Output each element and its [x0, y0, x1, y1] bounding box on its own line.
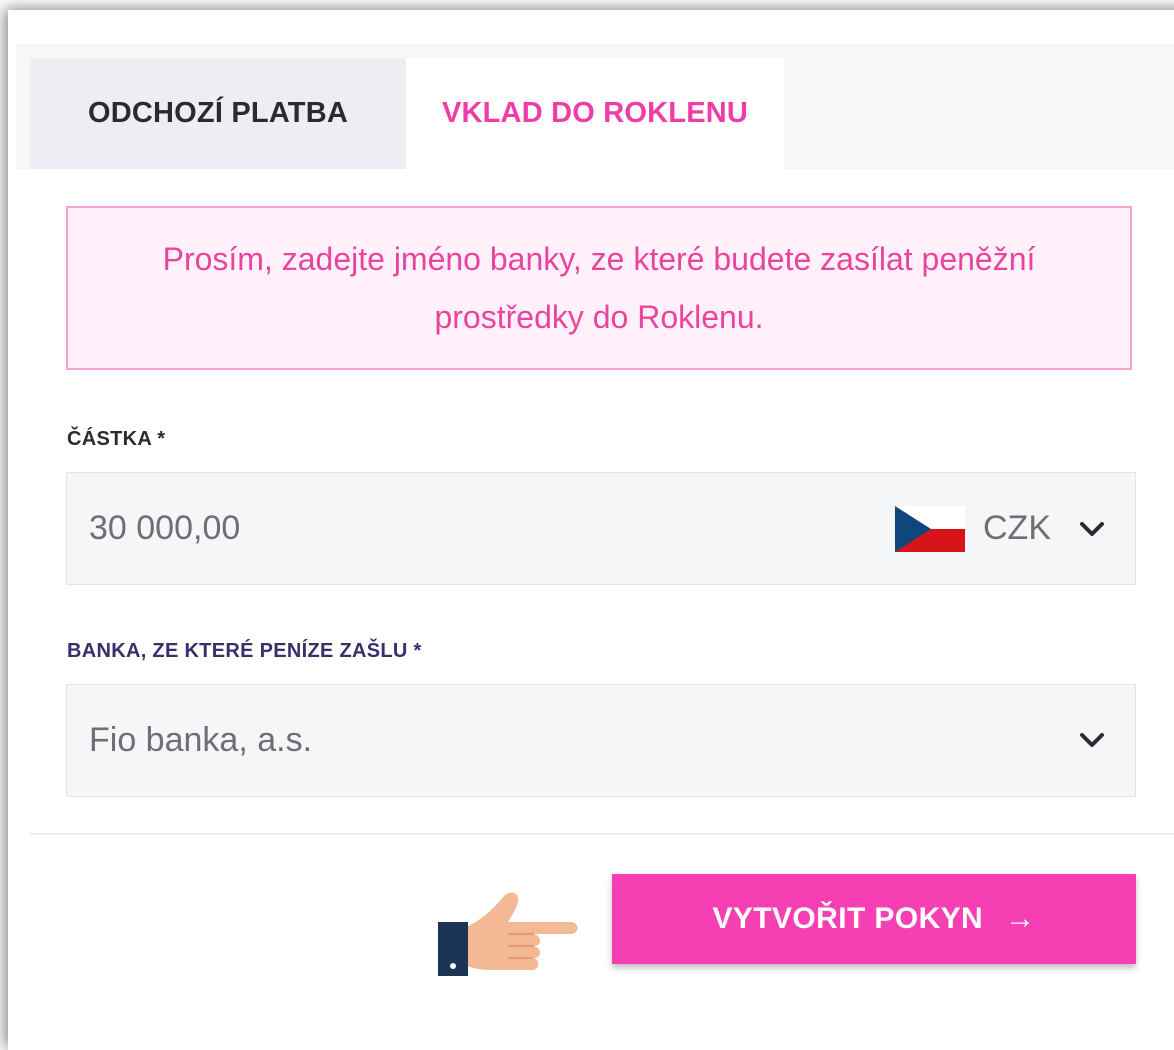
pointing-hand-icon [438, 892, 578, 976]
info-alert: Prosím, zadejte jméno banky, ze které bu… [66, 206, 1132, 370]
tab-outgoing-payment[interactable]: ODCHOZÍ PLATBA [30, 58, 406, 169]
amount-label: ČÁSTKA * [67, 428, 166, 450]
footer-divider [30, 833, 1174, 835]
bank-label: BANKA, ZE KTERÉ PENÍZE ZAŠLU * [67, 640, 422, 662]
bank-select[interactable]: Fio banka, a.s. [66, 684, 1136, 797]
tab-deposit-roklen-label: VKLAD DO ROKLENU [441, 97, 749, 129]
alert-text-line1: Prosím, zadejte jméno banky, ze které bu… [162, 241, 1036, 277]
tab-outgoing-payment-label: ODCHOZÍ PLATBA [87, 97, 349, 129]
chevron-down-icon[interactable] [1079, 520, 1105, 538]
czech-flag-icon [895, 505, 965, 552]
amount-field[interactable]: 30 000,00 CZK [66, 472, 1136, 585]
arrow-right-icon: → [1005, 902, 1036, 935]
tab-deposit-roklen[interactable]: VKLAD DO ROKLENU [406, 58, 784, 169]
create-order-button[interactable]: VYTVOŘIT POKYN → [612, 874, 1136, 964]
amount-input-value[interactable]: 30 000,00 [89, 473, 240, 584]
currency-code: CZK [983, 509, 1051, 547]
alert-text-line2: prostředky do Roklenu. [434, 299, 764, 335]
create-order-button-label: VYTVOŘIT POKYN [712, 902, 984, 935]
chevron-down-icon[interactable] [1079, 731, 1105, 749]
currency-select[interactable]: CZK [895, 473, 1105, 584]
bank-select-value: Fio banka, a.s. [89, 721, 313, 759]
